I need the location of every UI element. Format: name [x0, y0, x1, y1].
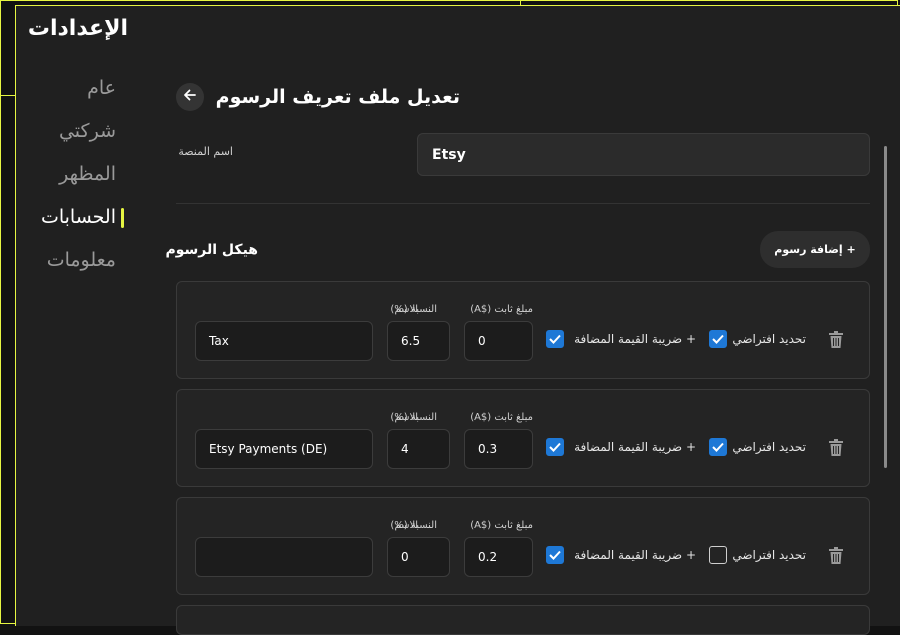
fee-fixed-input[interactable]: 0.2 [464, 537, 533, 577]
fee-percent-label: (%) النسبة [390, 304, 437, 315]
fee-name-input[interactable]: Tax [195, 321, 373, 361]
fee-card [176, 605, 870, 635]
trash-icon[interactable] [828, 331, 844, 349]
fee-card: الاسم (%) النسبة (A$) مبلغ ثابت 0 0.2 ضر… [176, 497, 870, 595]
fee-name-input[interactable]: Etsy Payments (DE) [195, 429, 373, 469]
fee-percent-label: (%) النسبة [390, 412, 437, 423]
platform-name-label: اسم المنصة [178, 145, 233, 158]
platform-name-input[interactable]: Etsy [417, 133, 870, 176]
sidebar-item-label: شركتي [58, 120, 116, 142]
fee-fixed-label: (A$) مبلغ ثابت [470, 520, 533, 531]
page-title: تعديل ملف تعريف الرسوم [215, 86, 460, 108]
app-title: الإعدادات [27, 16, 128, 41]
sidebar: عام شركتي المظهر الحسابات معلومات [6, 70, 124, 285]
sidebar-item-label: عام [87, 77, 116, 99]
fee-structure-title: هيكل الرسوم [165, 242, 258, 258]
trash-icon[interactable] [828, 439, 844, 457]
default-checkbox[interactable] [709, 438, 727, 456]
arrow-left-icon [182, 87, 198, 107]
vat-label: ضريبة القيمة المضافة + [574, 440, 696, 454]
fee-percent-label: (%) النسبة [390, 520, 437, 531]
sidebar-item-label: المظهر [59, 163, 116, 185]
fee-name-input[interactable] [195, 537, 373, 577]
active-indicator [121, 208, 124, 228]
vat-checkbox[interactable] [546, 546, 564, 564]
add-fee-button[interactable]: إضافة رسوم + [760, 231, 870, 268]
fee-percent-input[interactable]: 4 [387, 429, 450, 469]
scrollbar[interactable] [884, 146, 887, 468]
divider [176, 203, 870, 204]
sidebar-item-info[interactable]: معلومات [6, 242, 116, 285]
trash-icon[interactable] [828, 547, 844, 565]
sidebar-item-my-company[interactable]: شركتي [6, 113, 116, 156]
sidebar-item-accounts[interactable]: الحسابات [6, 199, 124, 242]
default-label: تحديد افتراضي [732, 548, 806, 562]
default-checkbox[interactable] [709, 546, 727, 564]
vat-checkbox[interactable] [546, 330, 564, 348]
sidebar-item-label: الحسابات [40, 206, 116, 228]
fee-fixed-input[interactable]: 0.3 [464, 429, 533, 469]
sidebar-item-appearance[interactable]: المظهر [6, 156, 116, 199]
fee-fixed-label: (A$) مبلغ ثابت [470, 304, 533, 315]
vat-checkbox[interactable] [546, 438, 564, 456]
fee-fixed-input[interactable]: 0 [464, 321, 533, 361]
fee-fixed-label: (A$) مبلغ ثابت [470, 412, 533, 423]
back-button[interactable] [176, 83, 204, 111]
fee-card: الاسم (%) النسبة (A$) مبلغ ثابت Etsy Pay… [176, 389, 870, 487]
default-label: تحديد افتراضي [732, 440, 806, 454]
default-checkbox[interactable] [709, 330, 727, 348]
vat-label: ضريبة القيمة المضافة + [574, 332, 696, 346]
sidebar-item-general[interactable]: عام [6, 70, 116, 113]
fee-percent-input[interactable]: 6.5 [387, 321, 450, 361]
vat-label: ضريبة القيمة المضافة + [574, 548, 696, 562]
sidebar-item-label: معلومات [46, 249, 116, 271]
fee-card: الاسم (%) النسبة (A$) مبلغ ثابت Tax 6.5 … [176, 281, 870, 379]
default-label: تحديد افتراضي [732, 332, 806, 346]
fee-percent-input[interactable]: 0 [387, 537, 450, 577]
